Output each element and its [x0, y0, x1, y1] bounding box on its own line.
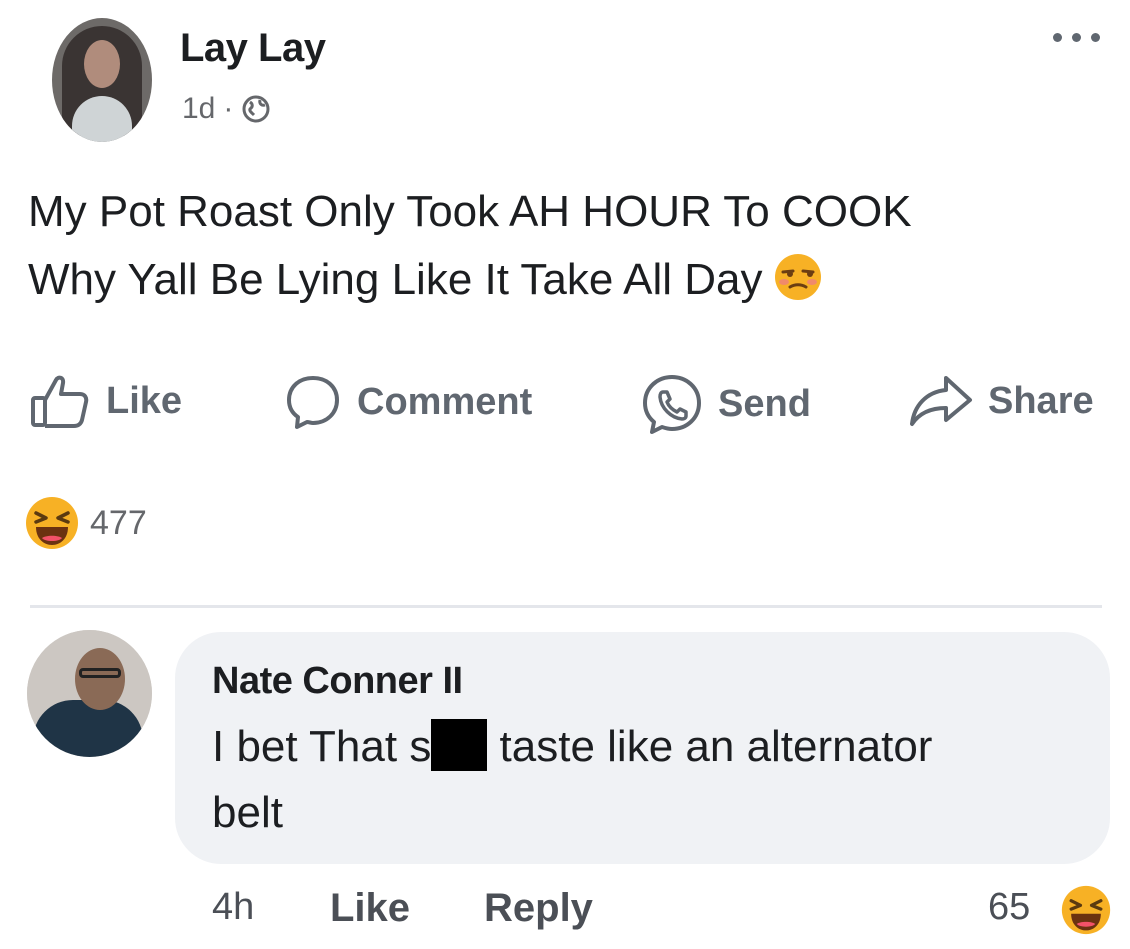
post-action-bar: Like Comment Send Share	[0, 372, 1130, 434]
comment-text-line-1: I bet That s taste like an alternator	[212, 714, 1092, 780]
comment-label: Comment	[357, 380, 533, 423]
post-text-line-2-wrapper: Why Yall Be Lying Like It Take All Day	[28, 246, 1108, 314]
comment-text-before: I bet That s	[212, 722, 432, 771]
unamused-face-icon	[774, 254, 821, 300]
comment-time[interactable]: 4h	[212, 886, 254, 929]
comment-text-line-2: belt	[212, 788, 283, 837]
like-button[interactable]: Like	[30, 372, 182, 430]
divider	[30, 605, 1102, 608]
comment-reply-button[interactable]: Reply	[484, 886, 593, 931]
meta-separator: ·	[223, 92, 234, 125]
post-text: My Pot Roast Only Took AH HOUR To COOK W…	[28, 178, 1108, 314]
commenter-avatar[interactable]	[27, 630, 152, 757]
post-text-line-1: My Pot Roast Only Took AH HOUR To COOK	[28, 187, 912, 236]
like-label: Like	[106, 379, 183, 422]
comment-text: I bet That s taste like an alternator be…	[212, 714, 1092, 846]
haha-icon	[1061, 885, 1111, 935]
post-meta: 1d ·	[182, 92, 271, 126]
post-author-name[interactable]: Lay Lay	[180, 26, 326, 71]
share-button[interactable]: Share	[908, 372, 1094, 430]
thumbs-up-icon	[31, 375, 89, 428]
comment-icon	[287, 376, 339, 429]
more-options-icon[interactable]	[1053, 33, 1100, 42]
post-header: Lay Lay 1d ·	[0, 0, 1130, 160]
comment-text-after: taste like an alternator	[487, 722, 933, 771]
comment-reaction-count[interactable]: 65	[988, 886, 1030, 929]
comment-footer: 4h Like Reply 65	[0, 880, 1130, 940]
censor-bar	[431, 719, 488, 771]
share-icon	[910, 376, 972, 426]
comment-like-button[interactable]: Like	[330, 886, 410, 931]
send-label: Send	[718, 382, 811, 425]
post-author-avatar[interactable]	[52, 18, 152, 142]
share-label: Share	[988, 379, 1094, 422]
post-text-line-2: Why Yall Be Lying Like It Take All Day	[28, 255, 763, 304]
send-button[interactable]: Send	[640, 372, 811, 436]
reaction-count: 477	[90, 503, 147, 542]
commenter-name[interactable]: Nate Conner II	[212, 660, 463, 703]
reaction-summary[interactable]: 477	[24, 495, 147, 551]
messenger-icon	[643, 375, 701, 434]
globe-icon	[242, 95, 270, 123]
haha-icon	[26, 497, 78, 549]
post-time[interactable]: 1d	[182, 92, 215, 126]
comment-button[interactable]: Comment	[283, 372, 532, 432]
